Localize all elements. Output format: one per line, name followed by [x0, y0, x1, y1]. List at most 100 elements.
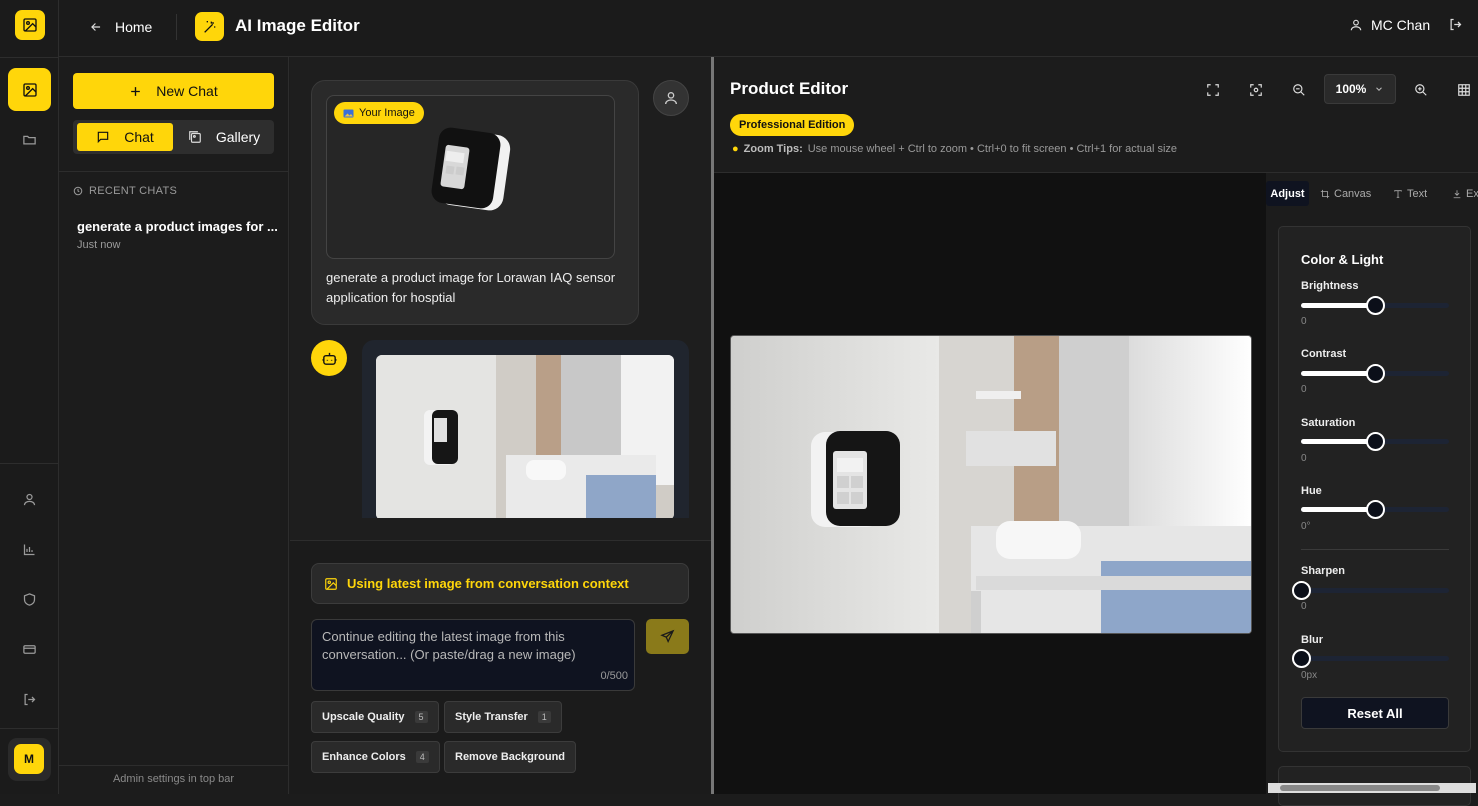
remove-background-button[interactable]: Remove Background [444, 741, 577, 773]
chip-label: Enhance Colors [322, 751, 406, 763]
tab-gallery-label: Gallery [215, 129, 261, 145]
rail-files-button[interactable] [8, 118, 51, 161]
reset-all-button[interactable]: Reset All [1301, 697, 1449, 729]
edition-badge: Professional Edition [730, 114, 855, 136]
compose-area: Using latest image from conversation con… [290, 541, 711, 794]
saturation-slider[interactable] [1301, 432, 1449, 451]
logout-button[interactable] [1448, 17, 1463, 32]
blur-slider[interactable] [1292, 649, 1449, 668]
sensor-product-thumbnail [431, 127, 511, 211]
uploaded-image[interactable]: Your Image [326, 95, 615, 259]
recent-chats-heading: RECENT CHATS [73, 185, 177, 197]
rail-billing-button[interactable] [8, 628, 51, 671]
prompt-placeholder: Continue editing the latest image from t… [322, 629, 576, 662]
zoom-in-button[interactable] [1411, 80, 1431, 100]
bot-message [362, 340, 689, 518]
slider-knob[interactable] [1292, 649, 1311, 668]
context-banner-label: Using latest image from conversation con… [347, 576, 629, 591]
tab-adjust[interactable]: Adjust [1266, 181, 1309, 206]
zoom-tips: ● Zoom Tips: Use mouse wheel + Ctrl to z… [732, 143, 1177, 155]
app-logo-icon[interactable] [15, 10, 45, 40]
slider-knob[interactable] [1366, 296, 1385, 315]
contrast-label: Contrast [1301, 348, 1347, 360]
sidebar-divider [59, 171, 288, 172]
rail-security-button[interactable] [8, 578, 51, 621]
chip-label: Style Transfer [455, 711, 528, 723]
tab-export[interactable]: Ex [1452, 181, 1478, 206]
slider-knob[interactable] [1292, 581, 1311, 600]
send-icon [660, 629, 675, 644]
fullscreen-icon [1206, 83, 1220, 97]
editor-canvas[interactable] [714, 172, 1266, 794]
chip-count: 5 [414, 711, 428, 723]
char-count: 0/500 [600, 670, 628, 682]
slider-knob[interactable] [1366, 364, 1385, 383]
slider-fill [1301, 371, 1375, 376]
context-banner: Using latest image from conversation con… [311, 563, 689, 604]
user-icon [1349, 18, 1363, 32]
sharpen-slider[interactable] [1292, 581, 1449, 600]
tab-chat-label: Chat [124, 129, 154, 145]
card-divider [1301, 549, 1449, 550]
hospital-scene-image [731, 336, 1251, 633]
user-menu-button[interactable]: MC Chan [1349, 17, 1430, 33]
contrast-slider[interactable] [1301, 364, 1449, 383]
blur-value: 0px [1301, 670, 1318, 681]
text-icon [1393, 189, 1403, 199]
rail-users-button[interactable] [8, 478, 51, 521]
fit-screen-button[interactable] [1246, 80, 1266, 100]
user-avatar [653, 80, 689, 116]
home-button[interactable]: Home [89, 15, 152, 39]
zoom-level: 100% [1335, 82, 1367, 96]
slider-knob[interactable] [1366, 500, 1385, 519]
bot-avatar [311, 340, 347, 376]
tab-gallery[interactable]: Gallery [177, 123, 271, 151]
prompt-input[interactable]: Continue editing the latest image from t… [311, 619, 635, 691]
chip-count: 1 [537, 711, 551, 723]
your-image-badge: Your Image [334, 102, 424, 124]
lightbulb-icon: ● [732, 143, 739, 155]
editing-image[interactable] [730, 335, 1252, 634]
sharpen-value: 0 [1301, 601, 1307, 612]
message-icon [96, 130, 110, 144]
style-transfer-button[interactable]: Style Transfer 1 [444, 701, 562, 733]
send-button[interactable] [646, 619, 689, 654]
download-icon [1452, 189, 1462, 199]
grid-icon [1457, 83, 1471, 97]
grid-toggle-button[interactable] [1454, 80, 1474, 100]
tab-text[interactable]: Text [1393, 181, 1427, 206]
recent-chats-heading-label: RECENT CHATS [89, 185, 178, 197]
chat-panel: Your Image generate a product image for … [290, 57, 711, 794]
chip-label: Remove Background [455, 751, 566, 763]
admin-note: Admin settings in top bar [112, 773, 235, 785]
sharpen-label: Sharpen [1301, 565, 1346, 577]
user-icon [663, 90, 679, 106]
rail-logout-button[interactable] [8, 678, 51, 721]
tab-text-label: Text [1407, 187, 1428, 200]
scrollbar-thumb[interactable] [1280, 785, 1440, 791]
rail-analytics-button[interactable] [8, 528, 51, 571]
rail-editor-button[interactable] [8, 68, 51, 111]
zoom-select[interactable]: 100% [1324, 74, 1396, 104]
upscale-quality-button[interactable]: Upscale Quality 5 [311, 701, 439, 733]
product-editor: Product Editor Professional Edition ● Zo… [714, 57, 1478, 806]
slider-knob[interactable] [1366, 432, 1385, 451]
tab-canvas[interactable]: Canvas [1320, 181, 1371, 206]
brightness-slider[interactable] [1301, 296, 1449, 315]
bot-icon [321, 350, 338, 367]
chip-label: Upscale Quality [322, 711, 405, 723]
tab-adjust-label: Adjust [1270, 187, 1305, 200]
avatar[interactable]: M [14, 744, 44, 774]
hue-label: Hue [1301, 485, 1322, 497]
fullscreen-button[interactable] [1203, 80, 1223, 100]
generated-image[interactable] [376, 355, 674, 518]
enhance-colors-button[interactable]: Enhance Colors 4 [311, 741, 440, 773]
panel-scrollbar[interactable] [1268, 783, 1476, 793]
hue-slider[interactable] [1301, 500, 1449, 519]
tab-chat[interactable]: Chat [77, 123, 173, 151]
slider-fill [1301, 507, 1375, 512]
new-chat-button[interactable]: New Chat [73, 73, 274, 109]
zoom-out-button[interactable] [1289, 80, 1309, 100]
rail-divider [0, 57, 59, 58]
arrow-left-icon [89, 20, 103, 34]
